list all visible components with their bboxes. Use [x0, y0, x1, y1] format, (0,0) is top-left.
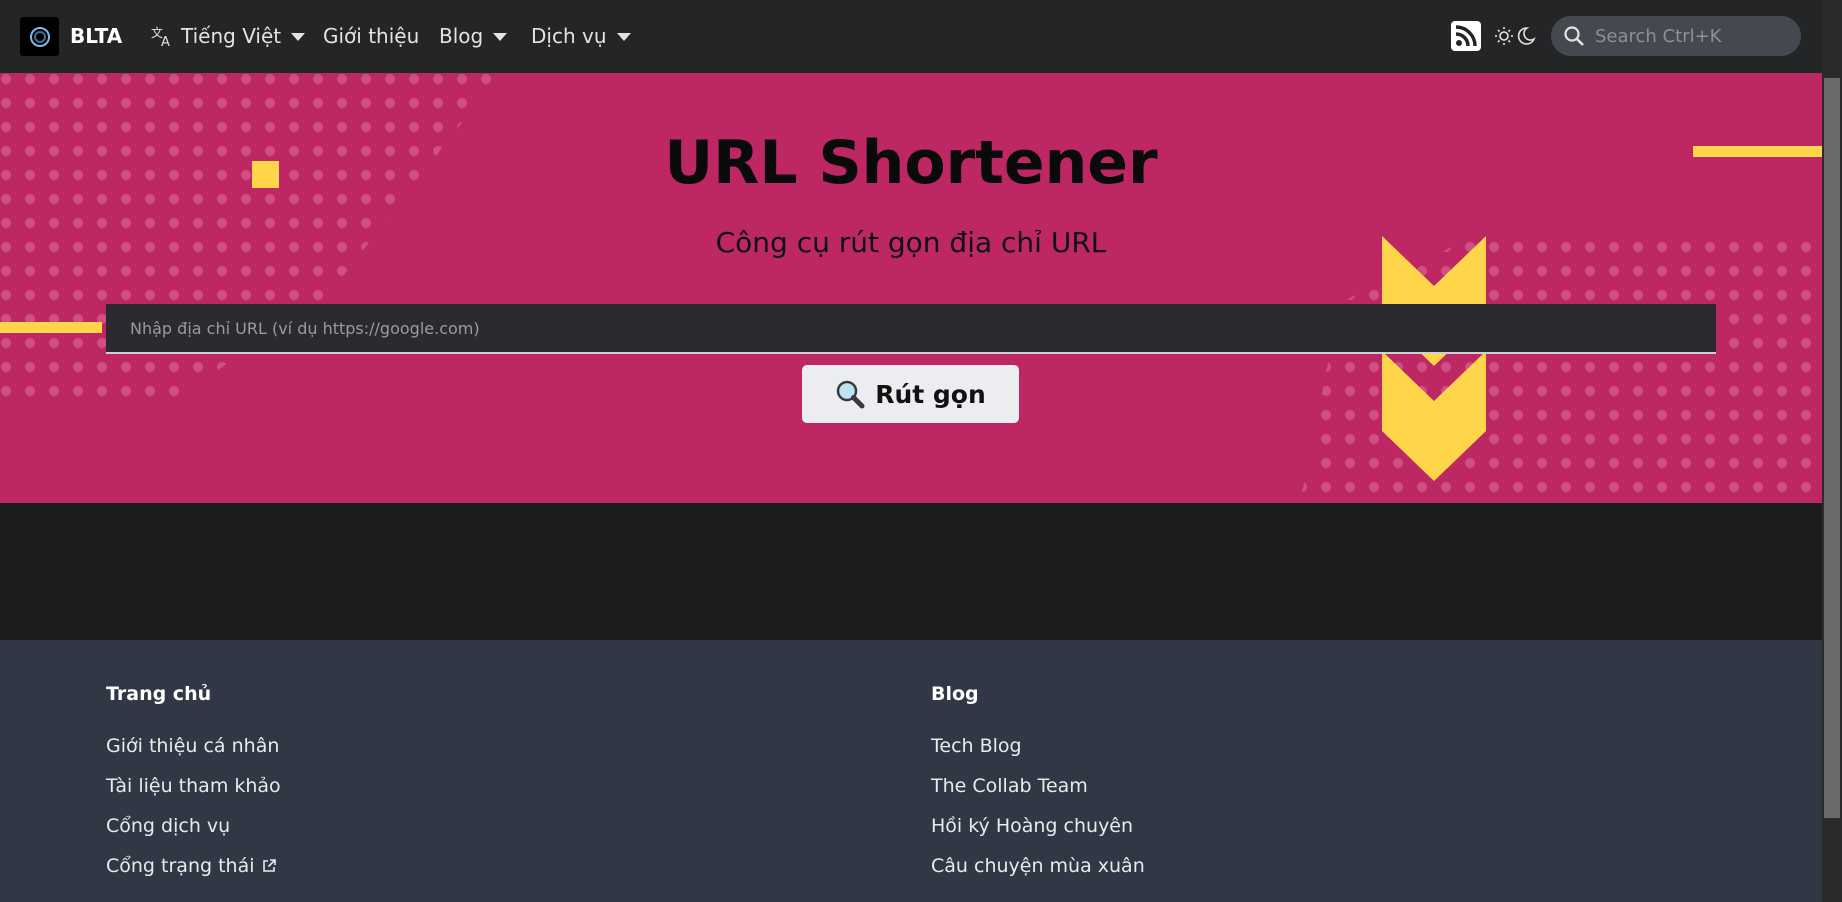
footer-link[interactable]: Tech Blog — [931, 735, 1022, 757]
search-box[interactable]: Search Ctrl+K — [1551, 16, 1801, 56]
footer-link-label: Cổng trạng thái — [106, 855, 255, 877]
url-input[interactable] — [106, 304, 1716, 354]
rss-icon[interactable] — [1451, 21, 1481, 51]
moon-icon — [1517, 27, 1536, 45]
hero-section: URL Shortener Công cụ rút gọn địa chỉ UR… — [0, 73, 1822, 503]
footer-link[interactable]: Cổng dịch vụ — [106, 815, 230, 837]
footer-link[interactable]: Hồi ký Hoàng chuyên — [931, 815, 1133, 837]
brand-name[interactable]: BLTA — [70, 24, 122, 48]
nav-blog-dropdown[interactable]: Blog — [439, 24, 508, 48]
scrollbar-thumb[interactable] — [1824, 78, 1840, 818]
nav-blog-label: Blog — [439, 24, 484, 48]
navbar: BLTA 文 A Tiếng Việt Giới thiệu Blog Dịch… — [0, 0, 1822, 73]
page-title: URL Shortener — [664, 128, 1158, 198]
footer-link[interactable]: Câu chuyện mùa xuân — [931, 855, 1145, 877]
shorten-button-label: Rút gọn — [875, 379, 986, 409]
chevron-down-icon — [616, 33, 631, 41]
logo-icon[interactable] — [20, 17, 59, 56]
page-subtitle: Công cụ rút gọn địa chỉ URL — [715, 226, 1107, 259]
svg-text:A: A — [161, 35, 170, 47]
theme-toggle[interactable] — [1494, 24, 1536, 52]
search-placeholder: Search Ctrl+K — [1595, 25, 1722, 47]
footer-link[interactable]: The Collab Team — [931, 775, 1088, 797]
language-dropdown[interactable]: 文 A Tiếng Việt — [151, 24, 306, 48]
sun-icon — [1495, 27, 1513, 45]
content-area — [0, 503, 1822, 640]
footer: Trang chủ Giới thiệu cá nhân Tài liệu th… — [0, 640, 1822, 902]
footer-link-status[interactable]: Cổng trạng thái — [106, 855, 277, 877]
external-link-icon — [262, 859, 276, 872]
nav-about[interactable]: Giới thiệu — [323, 24, 419, 48]
magnifier-emoji-icon — [836, 380, 865, 409]
footer-link[interactable]: Giới thiệu cá nhân — [106, 735, 279, 757]
chevron-down-icon — [493, 33, 508, 41]
footer-heading-home: Trang chủ — [106, 683, 212, 705]
nav-services-dropdown[interactable]: Dịch vụ — [531, 24, 631, 48]
translate-icon: 文 A — [151, 25, 170, 47]
footer-link[interactable]: Tài liệu tham khảo — [106, 775, 281, 797]
language-label: Tiếng Việt — [181, 24, 282, 48]
shorten-button[interactable]: Rút gọn — [802, 365, 1019, 423]
footer-heading-blog: Blog — [931, 683, 979, 705]
nav-services-label: Dịch vụ — [531, 24, 607, 48]
chevron-down-icon — [291, 33, 306, 41]
search-icon — [1564, 26, 1584, 46]
